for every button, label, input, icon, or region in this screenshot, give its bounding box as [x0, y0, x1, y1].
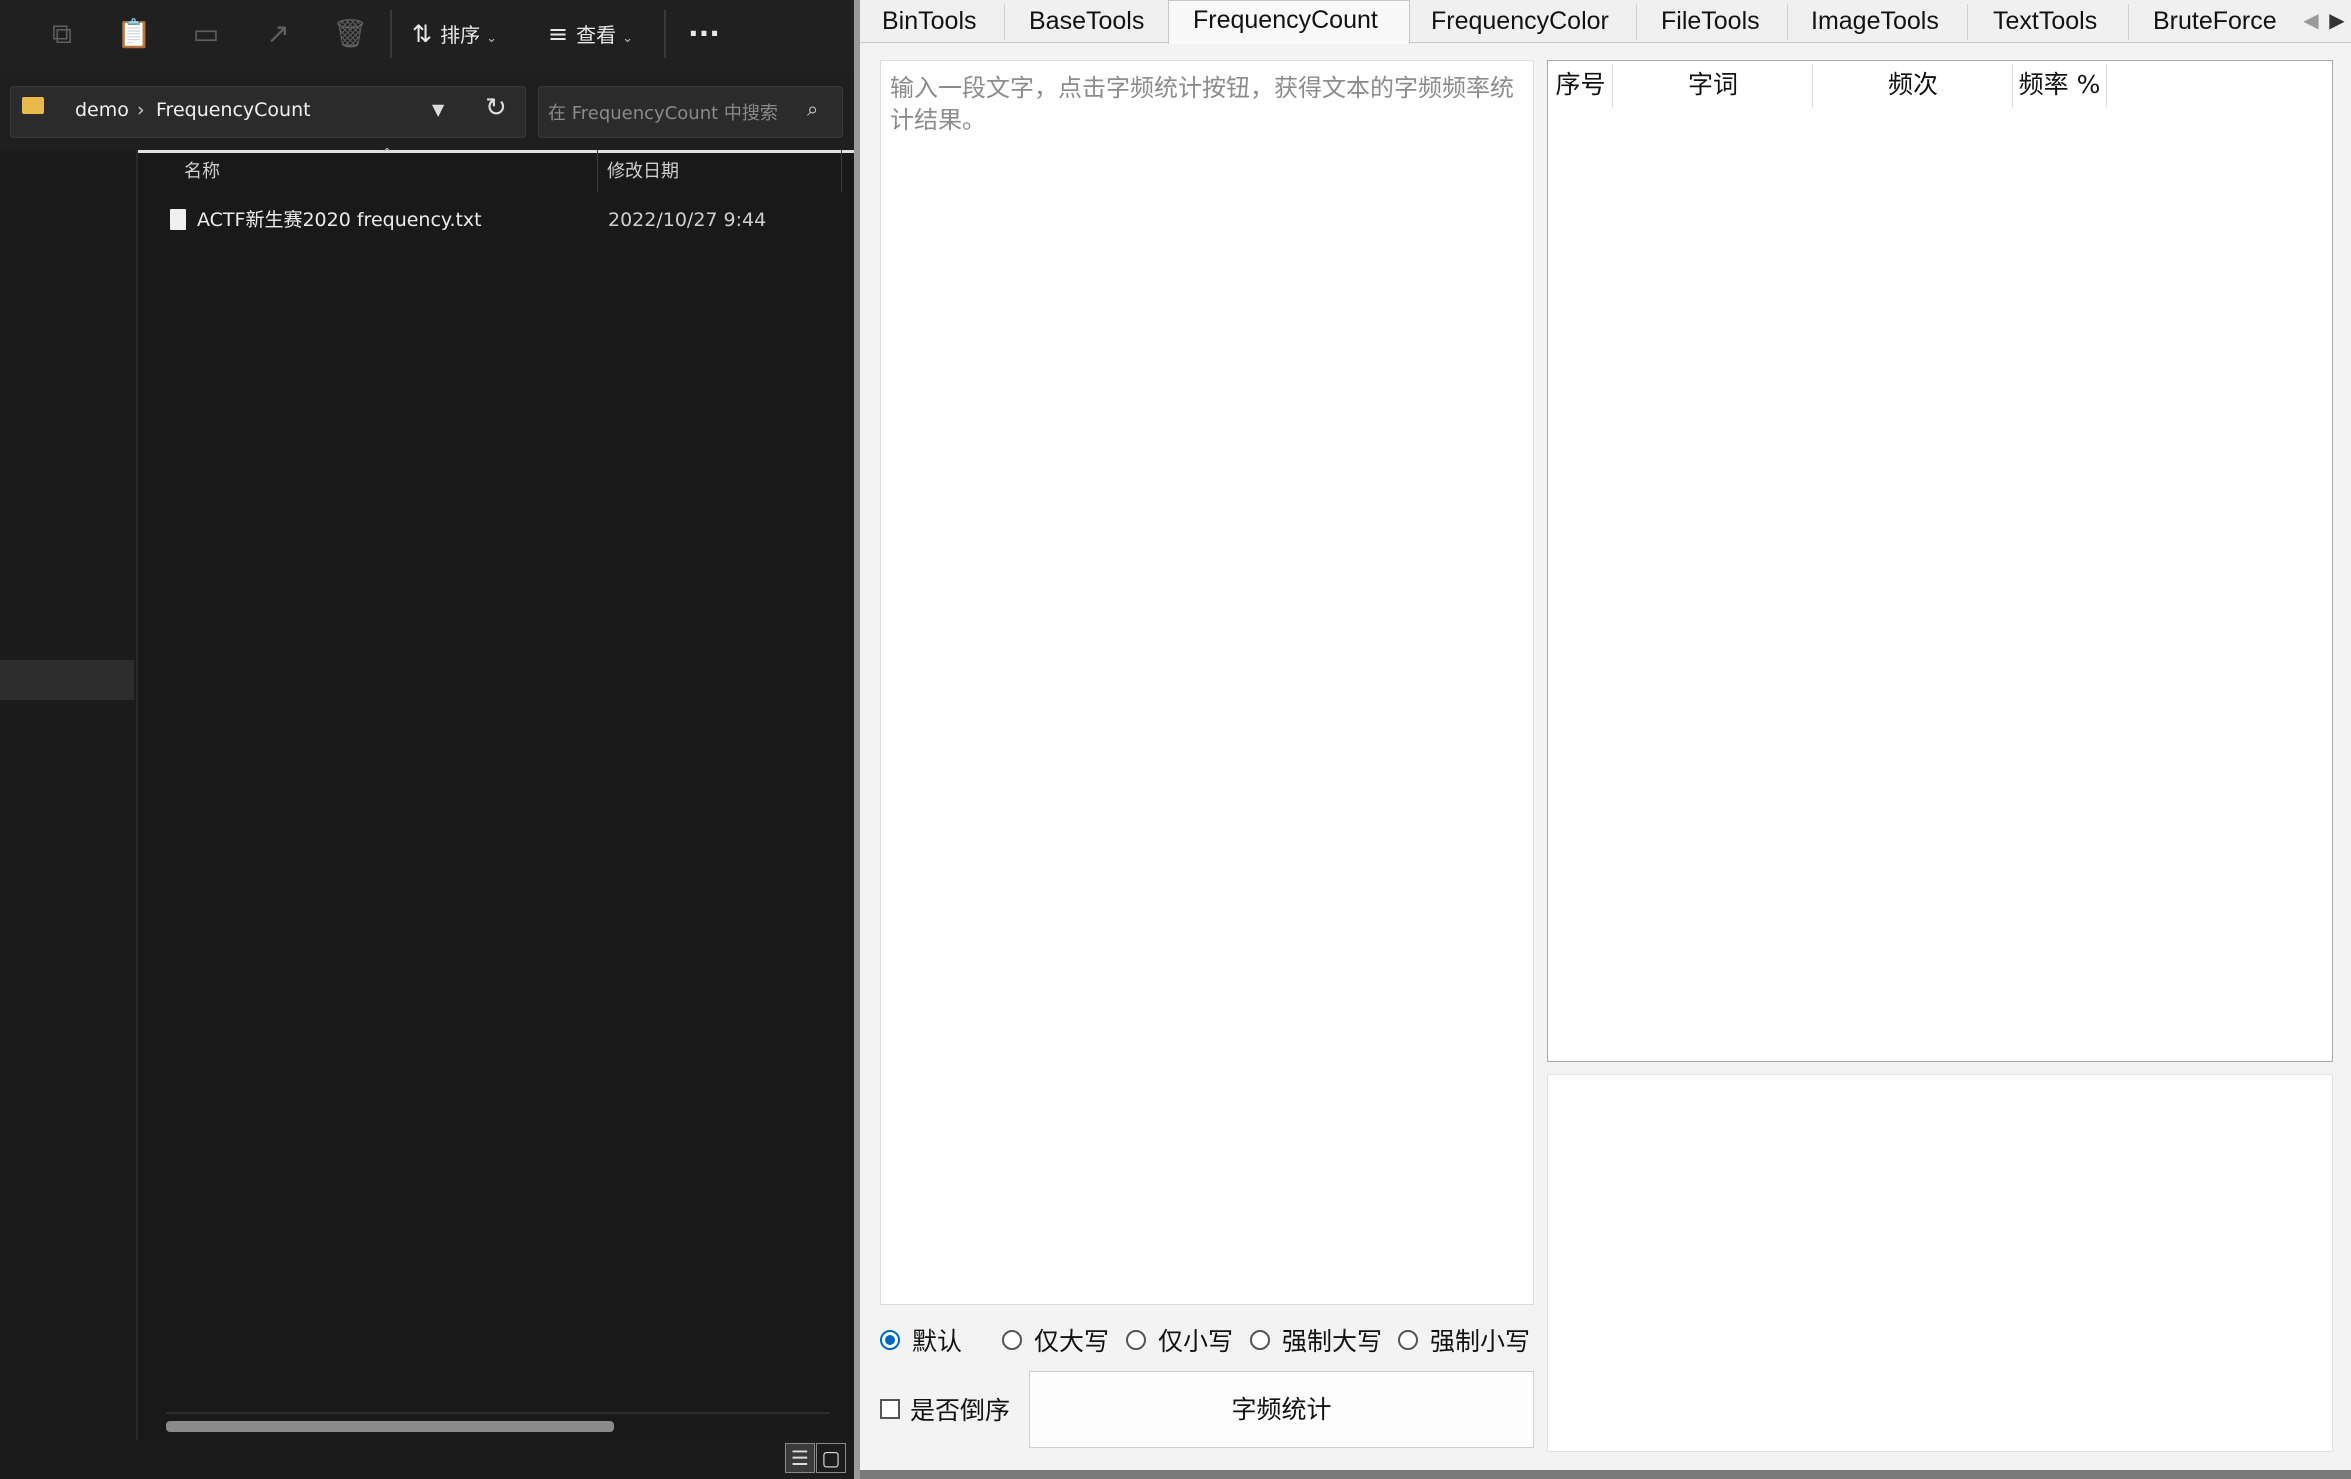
tab-divider [1787, 4, 1788, 40]
radio-label: 仅大写 [1034, 1327, 1110, 1356]
text-input-placeholder: 输入一段文字，点击字频统计按钮，获得文本的字频频率统计结果。 [890, 74, 1514, 134]
tab-bruteforce[interactable]: BruteForce [2153, 2, 2277, 40]
toolbar-divider [390, 10, 392, 58]
share-icon[interactable]: ↗ [258, 14, 298, 54]
reverse-order-checkbox[interactable]: 是否倒序 [880, 1394, 1010, 1428]
tab-frequencycolor[interactable]: FrequencyColor [1431, 2, 1609, 40]
horizontal-scrollbar-track[interactable] [166, 1412, 830, 1414]
tab-divider [1636, 4, 1637, 40]
search-placeholder: 在 FrequencyCount 中搜索 [548, 103, 778, 124]
radio-default[interactable]: 默认 [880, 1325, 962, 1359]
grid-header-index[interactable]: 序号 [1548, 61, 1613, 109]
breadcrumb-frequencycount[interactable]: FrequencyCount [156, 97, 311, 123]
delete-icon[interactable]: 🗑 [330, 14, 370, 54]
column-divider[interactable] [597, 150, 598, 192]
tab-bintools[interactable]: BinTools [882, 2, 977, 40]
breadcrumb-separator: › [137, 99, 145, 121]
frequency-count-button[interactable]: 字频统计 [1029, 1371, 1534, 1448]
frequency-result-grid[interactable] [1547, 60, 2333, 1062]
checkbox-label: 是否倒序 [910, 1396, 1011, 1425]
rename-icon[interactable]: ▭ [186, 14, 226, 54]
more-options-button[interactable]: ··· [688, 14, 720, 54]
window-bottom-edge [860, 1470, 2351, 1479]
tab-frequencycount[interactable]: FrequencyCount [1193, 1, 1378, 39]
details-view-icon[interactable]: ☰ [785, 1443, 815, 1473]
column-divider[interactable] [841, 150, 842, 192]
view-icon: ≡ [548, 20, 569, 48]
sort-button[interactable]: ⇅ 排序 ⌄ [412, 14, 497, 54]
text-input-area[interactable] [880, 60, 1534, 1305]
tab-basetools[interactable]: BaseTools [1029, 2, 1144, 40]
breadcrumb-demo[interactable]: demo [75, 97, 129, 123]
navigation-selected-item[interactable] [0, 660, 134, 700]
search-input[interactable]: 在 FrequencyCount 中搜索 ⌕ [538, 86, 843, 138]
sort-ascending-icon: ^ [382, 146, 393, 160]
text-file-icon [170, 209, 186, 230]
large-icons-view-icon[interactable]: ▢ [816, 1443, 846, 1473]
radio-label: 仅小写 [1158, 1327, 1234, 1356]
paste-icon[interactable]: 📋 [114, 14, 154, 54]
grid-header-count[interactable]: 频次 [1813, 61, 2013, 109]
result-summary-panel [1547, 1074, 2333, 1452]
radio-lower-only[interactable]: 仅小写 [1126, 1325, 1233, 1359]
radio-unselected-icon [1002, 1330, 1022, 1350]
radio-label: 强制大写 [1282, 1327, 1383, 1356]
radio-unselected-icon [1398, 1330, 1418, 1350]
grid-header-rate[interactable]: 频率 % [2013, 61, 2106, 109]
radio-label: 强制小写 [1430, 1327, 1531, 1356]
file-modified-date: 2022/10/27 9:44 [608, 209, 767, 231]
tab-imagetools[interactable]: ImageTools [1811, 2, 1939, 40]
search-icon[interactable]: ⌕ [807, 97, 818, 121]
explorer-toolbar: ⧉ 📋 ▭ ↗ 🗑 ⇅ 排序 ⌄ ≡ 查看 ⌄ ··· [0, 0, 854, 72]
tab-scroll-right-icon[interactable]: ▶ [2326, 4, 2348, 36]
file-name: ACTF新生赛2020 frequency.txt [197, 209, 482, 231]
tab-scroll-left-icon[interactable]: ◀ [2300, 4, 2322, 36]
refresh-icon[interactable]: ↻ [485, 95, 507, 121]
copy-icon[interactable]: ⧉ [42, 14, 82, 54]
radio-force-upper[interactable]: 强制大写 [1250, 1325, 1382, 1359]
address-dropdown-icon[interactable]: ▼ [432, 97, 444, 123]
radio-force-lower[interactable]: 强制小写 [1398, 1325, 1530, 1359]
radio-unselected-icon [1250, 1330, 1270, 1350]
checkbox-icon [880, 1399, 900, 1419]
tab-filetools[interactable]: FileTools [1661, 2, 1760, 40]
view-button[interactable]: ≡ 查看 ⌄ [548, 14, 633, 54]
radio-upper-only[interactable]: 仅大写 [1002, 1325, 1109, 1359]
view-label: 查看 [576, 23, 617, 47]
sort-label: 排序 [440, 23, 481, 47]
column-header-name[interactable]: 名称 [184, 160, 220, 184]
chevron-down-icon: ⌄ [622, 31, 634, 46]
radio-selected-icon [880, 1330, 900, 1350]
chevron-down-icon: ⌄ [486, 31, 498, 46]
folder-icon [22, 97, 44, 114]
toolbar-divider [664, 10, 666, 58]
tab-divider [1967, 4, 1968, 40]
status-bar [0, 1440, 854, 1479]
grid-header-divider[interactable] [2106, 64, 2107, 108]
horizontal-scrollbar-thumb[interactable] [166, 1421, 614, 1432]
tab-texttools[interactable]: TextTools [1993, 2, 2097, 40]
radio-label: 默认 [912, 1327, 963, 1356]
radio-unselected-icon [1126, 1330, 1146, 1350]
sort-icon: ⇅ [412, 20, 433, 48]
grid-header-word[interactable]: 字词 [1613, 61, 1813, 109]
navigation-pane[interactable] [0, 150, 138, 1440]
column-header-modified[interactable]: 修改日期 [607, 160, 679, 184]
tab-divider [1004, 4, 1005, 40]
tab-divider [2128, 4, 2129, 40]
